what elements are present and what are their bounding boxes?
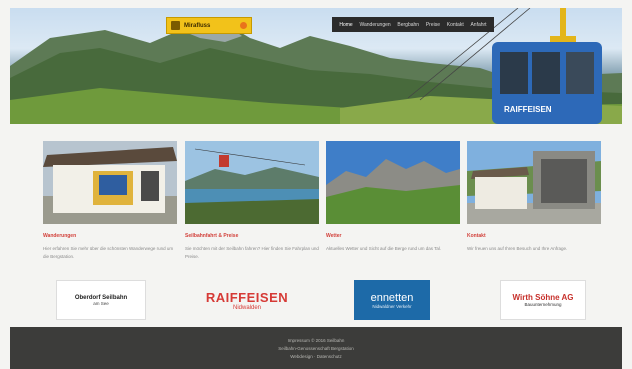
sponsor-row: Oberdorf Seilbahn am See RAIFFEISEN Nidw… [50, 280, 590, 320]
footer-copyright[interactable]: Impressum © 2016 Seilbahn [288, 338, 345, 343]
sponsor-sub: Bauunternehmung [524, 302, 562, 307]
sponsor-name: Wirth Söhne AG [512, 293, 574, 302]
station-building-image [43, 141, 177, 224]
card-title[interactable]: Wetter [326, 233, 460, 239]
hero-banner: RAIFFEISEN Mirafluss Home Wanderungen Be… [10, 8, 622, 124]
hero-mountain-image: RAIFFEISEN [10, 8, 622, 124]
mountain-view-image [326, 141, 460, 224]
card-hiking[interactable]: Wanderungen Hier erfahren Sie mehr über … [43, 141, 177, 261]
logo-text: Mirafluss [184, 22, 211, 29]
site-footer: Impressum © 2016 Seilbahn Seilbahn-Genos… [10, 327, 622, 369]
sponsor-name: ennetten [370, 291, 414, 304]
card-contact[interactable]: Kontakt Wir freuen uns auf Ihren Besuch … [467, 141, 601, 253]
footer-org: Seilbahn-Genossenschaft Bergstation [278, 345, 354, 351]
sponsor-raiffeisen[interactable]: RAIFFEISEN Nidwalden [202, 280, 292, 320]
sponsor-sub: am See [93, 300, 109, 306]
card-description: Hier erfahren Sie mehr über die schönste… [43, 246, 174, 259]
nav-item-anfahrt[interactable]: Anfahrt [470, 22, 486, 28]
svg-text:RAIFFEISEN: RAIFFEISEN [504, 105, 552, 114]
card-title[interactable]: Kontakt [467, 233, 601, 239]
card-weather[interactable]: Wetter Aktuelles Wetter und Sicht auf di… [326, 141, 460, 253]
valley-station-image [467, 141, 601, 224]
card-title[interactable]: Wanderungen [43, 233, 177, 239]
logo-icon [171, 21, 180, 30]
card-description: Sie möchten mit der Seilbahn fahren? Hie… [185, 246, 319, 259]
card-cablecar[interactable]: Seilbahnfahrt & Preise Sie möchten mit d… [185, 141, 319, 261]
logo-badge-icon [240, 22, 247, 29]
nav-item-wanderungen[interactable]: Wanderungen [359, 22, 390, 28]
card-title[interactable]: Seilbahnfahrt & Preise [185, 233, 319, 239]
sponsor-sub: Nidwalden [232, 304, 262, 311]
card-description: Wir freuen uns auf Ihren Besuch und Ihre… [467, 246, 568, 251]
sponsor-sub: Nidwaldner Verkehr [372, 303, 412, 309]
site-logo[interactable]: Mirafluss [166, 17, 252, 34]
feature-cards: Wanderungen Hier erfahren Sie mehr über … [43, 141, 603, 266]
sponsor-oberdorf[interactable]: Oberdorf Seilbahn am See [56, 280, 146, 320]
sponsor-ennetten[interactable]: ennetten Nidwaldner Verkehr [354, 280, 430, 320]
nav-item-home[interactable]: Home [339, 22, 352, 28]
nav-item-kontakt[interactable]: Kontakt [447, 22, 464, 28]
sponsor-wirth[interactable]: Wirth Söhne AG Bauunternehmung [500, 280, 586, 320]
lake-cablecar-image [185, 141, 319, 224]
sponsor-name: RAIFFEISEN [205, 289, 289, 305]
footer-links[interactable]: Webdesign · Datenschutz [290, 354, 341, 359]
card-description: Aktuelles Wetter und Sicht auf die Berge… [326, 246, 442, 251]
nav-item-preise[interactable]: Preise [426, 22, 440, 28]
main-navigation: Home Wanderungen Bergbahn Preise Kontakt… [332, 17, 494, 32]
nav-item-bergbahn[interactable]: Bergbahn [397, 22, 419, 28]
